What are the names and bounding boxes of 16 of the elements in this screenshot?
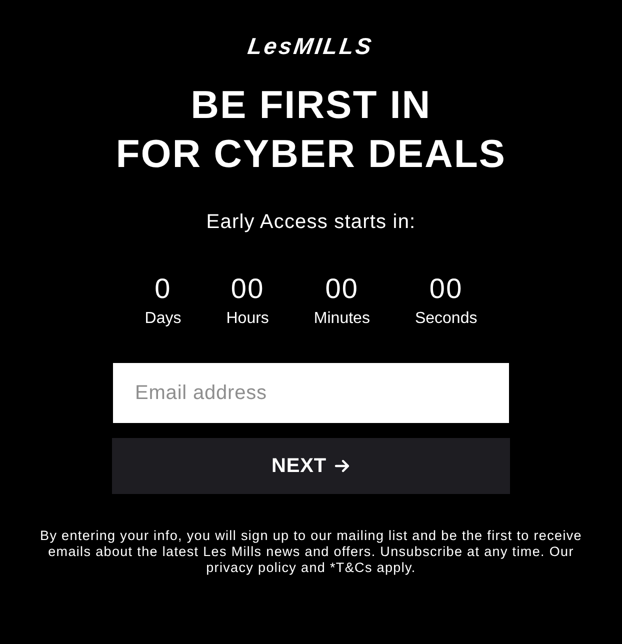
- headline: FOR CYBER DEALS: [116, 132, 506, 178]
- countdown-value: 00: [230, 273, 264, 305]
- next-button[interactable]: NEXT: [112, 438, 510, 494]
- countdown-value: 0: [154, 273, 172, 305]
- countdown-unit: Days: [144, 309, 182, 329]
- disclaimer-text: By entering your info, you will sign up to our mailing list and be the first to receive emails about the latest Les Mills news and offers. Unsubscribe at any time. Our privacy policy and *T&Cs apply.: [39, 528, 583, 576]
- countdown-unit: Hours: [226, 309, 269, 329]
- arrow-right-icon: [334, 458, 350, 474]
- countdown-value: 00: [325, 273, 359, 305]
- headline: BE FIRST IN: [190, 83, 432, 129]
- countdown-value: 00: [429, 273, 463, 305]
- countdown-unit: Seconds: [414, 309, 478, 329]
- email-input-field[interactable]: Email address: [113, 363, 509, 423]
- brand-logo: LesMILLS: [246, 33, 376, 59]
- countdown-unit: Minutes: [314, 309, 370, 329]
- countdown-caption: Early Access starts in:: [206, 210, 416, 235]
